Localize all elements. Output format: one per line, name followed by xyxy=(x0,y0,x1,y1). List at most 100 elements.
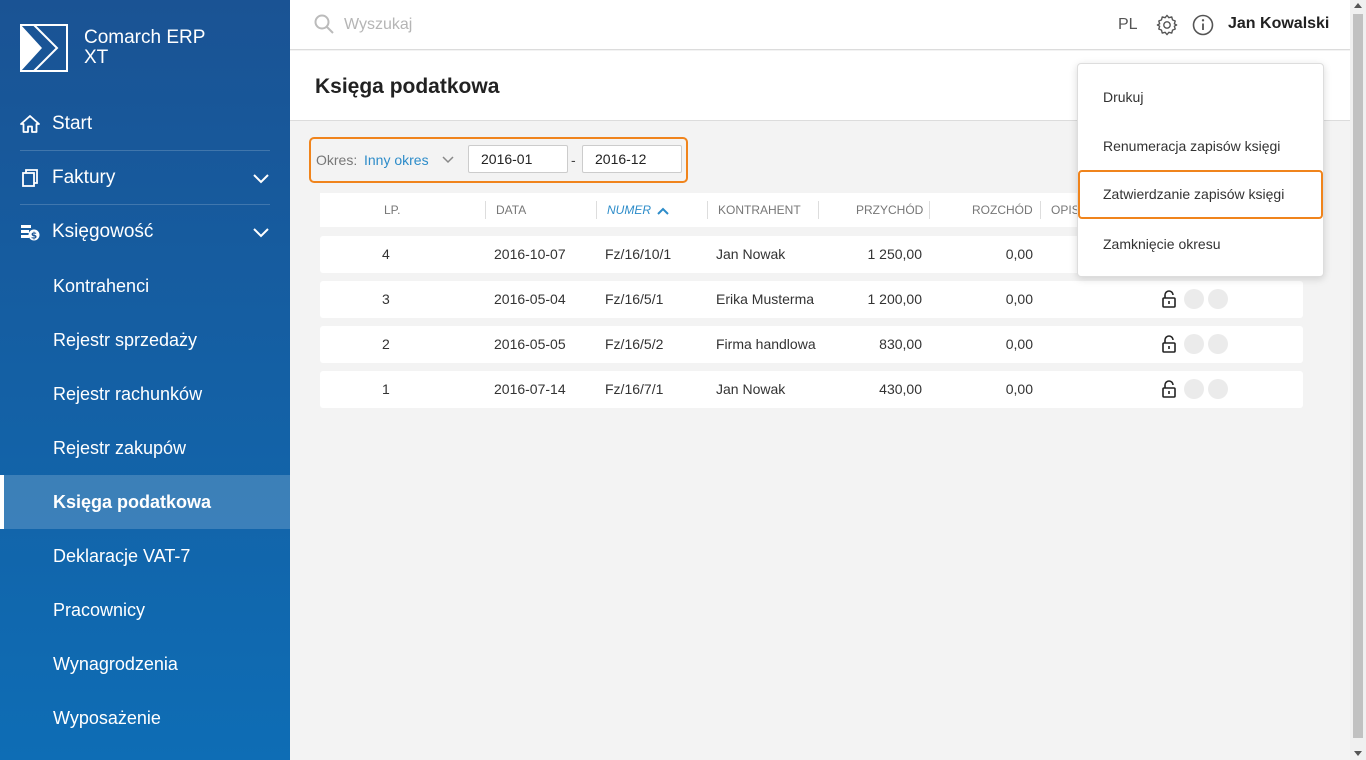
info-icon[interactable] xyxy=(1192,14,1214,36)
cell-rozchod: 0,00 xyxy=(1005,381,1033,397)
cell-kontrahent: Jan Nowak xyxy=(716,246,786,262)
chevron-down-icon[interactable] xyxy=(252,223,270,241)
table-row[interactable]: 1 2016-07-14 Fz/16/7/1 Jan Nowak 430,00 … xyxy=(320,371,1303,408)
status-circle[interactable] xyxy=(1208,379,1228,399)
sidebar-nav: Start Faktury $ Księgowość Kontrahenci R… xyxy=(0,97,290,745)
column-header-label: NUMER xyxy=(607,203,651,217)
sidebar-item-label: Rejestr zakupów xyxy=(53,437,187,458)
sidebar-item-wyposazenie[interactable]: Wyposażenie xyxy=(0,691,290,745)
status-circle[interactable] xyxy=(1184,334,1204,354)
app-logo[interactable]: Comarch ERP XT xyxy=(20,24,205,72)
column-header-opis[interactable]: OPIS xyxy=(1051,193,1080,227)
sidebar-item-label: Księga podatkowa xyxy=(53,491,212,512)
scroll-thumb[interactable] xyxy=(1353,14,1363,738)
sidebar-item-rejestr-sprzedazy[interactable]: Rejestr sprzedaży xyxy=(0,313,290,367)
sidebar-item-rejestr-rachunkow[interactable]: Rejestr rachunków xyxy=(0,367,290,421)
cell-przychod: 430,00 xyxy=(879,381,922,397)
scroll-up-icon[interactable] xyxy=(1354,3,1362,8)
column-header-przychod[interactable]: PRZYCHÓD xyxy=(856,193,923,227)
column-header-kontrahent[interactable]: KONTRAHENT xyxy=(718,193,801,227)
app-name-line2: XT xyxy=(84,47,109,68)
sidebar: Comarch ERP XT Start Faktury $ Księgowoś… xyxy=(0,0,290,760)
cell-rozchod: 0,00 xyxy=(1005,246,1033,262)
scroll-down-icon[interactable] xyxy=(1354,751,1362,756)
sort-ascending-icon[interactable] xyxy=(657,207,669,215)
status-circle[interactable] xyxy=(1208,289,1228,309)
language-selector[interactable]: PL xyxy=(1118,16,1138,34)
comarch-logo-icon xyxy=(20,24,68,72)
table-row[interactable]: 2 2016-05-05 Fz/16/5/2 Firma handlowa 83… xyxy=(320,326,1303,363)
cell-data: 2016-07-14 xyxy=(494,381,566,397)
user-name[interactable]: Jan Kowalski xyxy=(1228,15,1329,33)
table-row[interactable]: 3 2016-05-04 Fz/16/5/1 Erika Musterma 1 … xyxy=(320,281,1303,318)
sidebar-item-wynagrodzenia[interactable]: Wynagrodzenia xyxy=(0,637,290,691)
app-name-line1: Comarch ERP xyxy=(84,27,206,48)
column-header-rozchod[interactable]: ROZCHÓD xyxy=(972,193,1033,227)
menu-item-zamkniecie-okresu[interactable]: Zamknięcie okresu xyxy=(1078,220,1323,269)
cell-lp: 1 xyxy=(382,381,390,397)
menu-item-renumeracja[interactable]: Renumeracja zapisów księgi xyxy=(1078,122,1323,171)
cell-przychod: 1 200,00 xyxy=(867,291,923,307)
cell-przychod: 1 250,00 xyxy=(867,246,923,262)
status-circle[interactable] xyxy=(1184,289,1204,309)
sidebar-item-label: Wyposażenie xyxy=(53,707,161,728)
cell-lp: 4 xyxy=(382,246,390,262)
cell-data: 2016-10-07 xyxy=(494,246,566,262)
chevron-down-icon[interactable] xyxy=(442,155,454,165)
page-title: Księga podatkowa xyxy=(315,75,500,98)
svg-text:$: $ xyxy=(31,232,37,242)
column-divider xyxy=(596,201,597,219)
page-scrollbar[interactable] xyxy=(1350,0,1366,760)
column-divider xyxy=(929,201,930,219)
menu-item-drukuj[interactable]: Drukuj xyxy=(1078,73,1323,122)
column-divider xyxy=(1040,201,1041,219)
sidebar-item-ksiega-podatkowa[interactable]: Księga podatkowa xyxy=(0,475,290,529)
unlock-icon[interactable] xyxy=(1162,335,1176,353)
column-header-numer[interactable]: NUMER xyxy=(607,193,669,227)
sidebar-item-label: Wynagrodzenia xyxy=(53,653,178,674)
date-from-input[interactable] xyxy=(468,145,568,173)
cell-numer: Fz/16/7/1 xyxy=(605,381,664,397)
cell-data: 2016-05-04 xyxy=(494,291,566,307)
column-divider xyxy=(485,201,486,219)
status-circle[interactable] xyxy=(1208,334,1228,354)
sidebar-item-faktury[interactable]: Faktury xyxy=(0,151,290,205)
cell-data: 2016-05-05 xyxy=(494,336,566,352)
column-divider xyxy=(818,201,819,219)
menu-item-zatwierdzanie[interactable]: Zatwierdzanie zapisów księgi xyxy=(1078,170,1323,219)
status-circle[interactable] xyxy=(1184,379,1204,399)
cell-kontrahent: Erika Musterma xyxy=(716,291,815,307)
date-to-input[interactable] xyxy=(582,145,682,173)
cell-rozchod: 0,00 xyxy=(1005,336,1033,352)
column-header-data[interactable]: DATA xyxy=(496,193,526,227)
sidebar-item-label: Pracownicy xyxy=(53,599,146,620)
sidebar-item-label: Księgowość xyxy=(52,221,154,242)
sidebar-item-kontrahenci[interactable]: Kontrahenci xyxy=(0,259,290,313)
period-label: Okres: xyxy=(316,152,358,168)
cell-rozchod: 0,00 xyxy=(1005,291,1033,307)
unlock-icon[interactable] xyxy=(1162,380,1176,398)
cell-kontrahent: Jan Nowak xyxy=(716,381,786,397)
period-dropdown[interactable]: Inny okres xyxy=(364,152,429,168)
cell-numer: Fz/16/5/2 xyxy=(605,336,664,352)
cell-lp: 3 xyxy=(382,291,390,307)
sidebar-item-deklaracje-vat7[interactable]: Deklaracje VAT-7 xyxy=(0,529,290,583)
column-header-lp[interactable]: LP. xyxy=(384,193,400,227)
gear-icon[interactable] xyxy=(1156,14,1178,36)
column-divider xyxy=(707,201,708,219)
unlock-icon[interactable] xyxy=(1162,290,1176,308)
sidebar-item-label: Start xyxy=(52,113,93,134)
sidebar-item-rejestr-zakupow[interactable]: Rejestr zakupów xyxy=(0,421,290,475)
chevron-down-icon[interactable] xyxy=(252,169,270,187)
sidebar-item-start[interactable]: Start xyxy=(0,97,290,151)
sidebar-item-pracownicy[interactable]: Pracownicy xyxy=(0,583,290,637)
cell-kontrahent: Firma handlowa xyxy=(716,336,816,352)
sidebar-item-label: Rejestr rachunków xyxy=(53,383,203,404)
sidebar-item-ksiegowosc[interactable]: $ Księgowość xyxy=(0,205,290,259)
accounting-icon: $ xyxy=(20,222,40,242)
search-input[interactable] xyxy=(344,12,744,38)
cell-numer: Fz/16/5/1 xyxy=(605,291,664,307)
cell-lp: 2 xyxy=(382,336,390,352)
period-filter: Okres: Inny okres - xyxy=(309,137,688,183)
sidebar-item-label: Kontrahenci xyxy=(53,275,150,296)
